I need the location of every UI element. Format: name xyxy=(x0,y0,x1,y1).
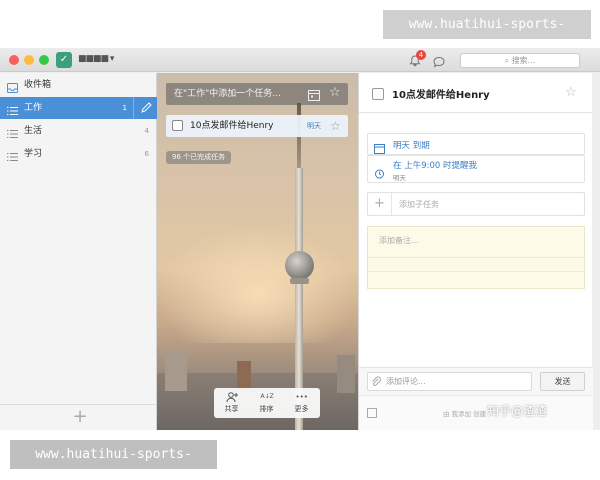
sort-icon: A↓Z xyxy=(260,393,274,400)
close-window-button[interactable] xyxy=(9,55,19,65)
more-label: 更多 xyxy=(294,405,309,413)
share-label: 共享 xyxy=(224,405,239,413)
paperclip-icon[interactable] xyxy=(370,376,382,388)
add-task-placeholder: 在"工作"中添加一个任务... xyxy=(174,89,281,99)
search-placeholder: 搜索... xyxy=(511,56,536,65)
app-window: ✓ ■■■■ ▾ 4 ⌕ 搜索... 收件箱 工作 1 生活 4 学习 6 + … xyxy=(0,48,600,430)
detail-header: 10点发邮件给Henry ☆ xyxy=(359,73,593,113)
detail-task-checkbox[interactable] xyxy=(372,88,384,100)
sidebar-item-life[interactable]: 生活 4 xyxy=(0,120,157,142)
pencil-icon xyxy=(141,102,152,113)
comment-bar: 添加评论... 发送 xyxy=(359,367,593,395)
detail-task-title[interactable]: 10点发邮件给Henry xyxy=(392,86,490,101)
note-placeholder: 添加备注... xyxy=(379,236,419,245)
reminder-row[interactable]: 在 上午9:00 时提醒我 明天 xyxy=(367,155,585,183)
user-menu[interactable]: ■■■■ ▾ xyxy=(78,54,114,66)
created-by-text: 由 我添加 创建 xyxy=(443,410,487,418)
calendar-icon xyxy=(374,139,385,154)
watermark-bottom: www.huatihui-sports-zone.com xyxy=(10,440,217,480)
note-rule xyxy=(368,257,586,258)
sort-label: 排序 xyxy=(259,405,274,413)
note-rule xyxy=(368,271,586,272)
task-title: 10点发邮件给Henry xyxy=(190,121,274,131)
list-icon xyxy=(7,149,18,161)
sidebar-item-count: 6 xyxy=(144,150,149,158)
reminder-text: 在 上午9:00 时提醒我 xyxy=(393,161,477,171)
app-logo-icon[interactable]: ✓ xyxy=(56,52,72,68)
inbox-icon xyxy=(7,80,18,93)
add-task-input[interactable]: 在"工作"中添加一个任务... ☆ xyxy=(166,83,348,105)
background-tower-sphere xyxy=(285,251,314,280)
star-icon[interactable]: ☆ xyxy=(330,119,341,133)
background-building xyxy=(337,355,355,393)
edit-list-button[interactable] xyxy=(133,97,157,119)
sidebar-item-inbox[interactable]: 收件箱 xyxy=(0,74,157,96)
reminder-date: 明天 xyxy=(393,174,406,182)
collapse-panel-icon[interactable] xyxy=(367,408,377,418)
notification-badge: 4 xyxy=(416,50,426,60)
sidebar-item-work[interactable]: 工作 1 xyxy=(0,97,157,119)
sidebar-item-label: 学习 xyxy=(24,149,43,159)
sidebar-footer: + xyxy=(0,404,157,430)
note-field[interactable]: 添加备注... xyxy=(367,226,586,289)
more-button[interactable]: ••• 更多 xyxy=(284,388,319,418)
plus-icon[interactable]: + xyxy=(368,193,392,215)
alarm-clock-icon xyxy=(374,164,385,179)
title-bar: ✓ ■■■■ ▾ 4 ⌕ 搜索... xyxy=(0,48,600,72)
more-icon: ••• xyxy=(295,393,308,401)
task-checkbox[interactable] xyxy=(172,120,183,131)
task-list-panel: 在"工作"中添加一个任务... ☆ 10点发邮件给Henry 明天 ☆ 96 个… xyxy=(157,73,358,430)
task-due-label: 明天 xyxy=(307,122,321,130)
background-photo-glow xyxy=(157,223,358,343)
sidebar-item-label: 工作 xyxy=(24,103,43,113)
star-icon[interactable]: ☆ xyxy=(329,86,343,100)
background-building xyxy=(237,361,251,391)
add-list-button[interactable]: + xyxy=(72,408,88,426)
add-subtask-row[interactable]: + 添加子任务 xyxy=(367,192,585,216)
due-date-row[interactable]: 明天 到期 xyxy=(367,133,585,155)
sidebar-item-label: 收件箱 xyxy=(24,80,52,90)
comment-placeholder: 添加评论... xyxy=(386,377,426,386)
sidebar: 收件箱 工作 1 生活 4 学习 6 + xyxy=(0,73,157,430)
watermark-top: www.huatihui-sports-zone.com xyxy=(383,10,591,61)
sidebar-item-count: 4 xyxy=(144,127,149,135)
search-input[interactable]: ⌕ 搜索... xyxy=(460,53,580,68)
list-icon xyxy=(7,103,18,115)
search-icon: ⌕ xyxy=(504,56,512,65)
task-detail-panel: 10点发邮件给Henry ☆ 明天 到期 在 上午9:00 时提醒我 明天 + … xyxy=(358,73,593,430)
star-icon[interactable]: ☆ xyxy=(565,85,577,100)
background-tower-ring xyxy=(290,278,309,284)
detail-footer: 由 我添加 创建 知乎@渣渣 xyxy=(359,395,593,430)
show-completed-button[interactable]: 96 个已完成任务 xyxy=(166,151,232,164)
screenshot: www.huatihui-sports-zone.com ✓ ■■■■ ▾ 4 … xyxy=(0,0,600,480)
chat-bubble-icon[interactable] xyxy=(432,54,446,68)
background-building xyxy=(165,351,187,391)
person-add-icon xyxy=(226,391,238,403)
task-row[interactable]: 10点发邮件给Henry 明天 ☆ xyxy=(166,115,348,137)
zoom-window-button[interactable] xyxy=(39,55,49,65)
minimize-window-button[interactable] xyxy=(24,55,34,65)
sidebar-item-label: 生活 xyxy=(24,126,43,136)
sort-button[interactable]: A↓Z 排序 xyxy=(249,388,284,418)
list-toolbar: 共享 A↓Z 排序 ••• 更多 xyxy=(214,388,320,418)
send-comment-button[interactable]: 发送 xyxy=(540,372,585,391)
due-date-text: 明天 到期 xyxy=(393,141,430,151)
list-icon xyxy=(7,126,18,138)
calendar-icon[interactable] xyxy=(308,88,320,101)
background-tower-antenna xyxy=(297,103,301,173)
watermark-zhihu: 知乎@渣渣 xyxy=(487,404,548,418)
sidebar-item-study[interactable]: 学习 6 xyxy=(0,143,157,165)
comment-input[interactable]: 添加评论... xyxy=(367,372,532,391)
sidebar-item-count: 1 xyxy=(122,104,127,112)
share-button[interactable]: 共享 xyxy=(214,388,249,418)
add-subtask-placeholder: 添加子任务 xyxy=(399,200,439,209)
